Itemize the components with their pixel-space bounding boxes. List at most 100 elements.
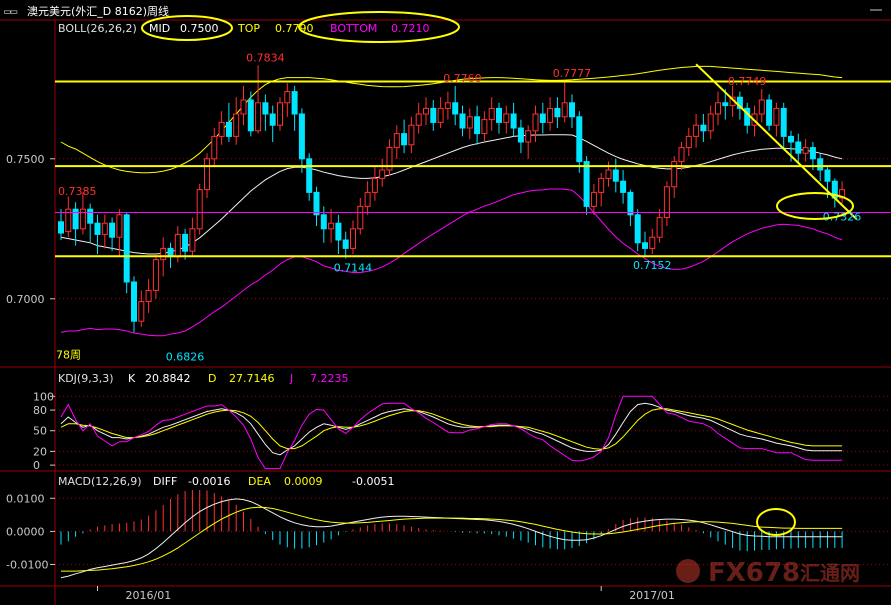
kdj-j-line bbox=[60, 395, 843, 470]
price-annotation: 0.7385 bbox=[58, 185, 97, 198]
y-tick-label: 80 bbox=[33, 404, 47, 417]
y-tick-label: 20 bbox=[33, 445, 47, 458]
candle-body bbox=[576, 116, 583, 163]
y-tick-label: 0.7500 bbox=[6, 153, 45, 166]
main-y-axis: 0.7500 0.7000 bbox=[6, 153, 55, 306]
y-tick-label: 0 bbox=[33, 459, 40, 472]
price-plot bbox=[55, 63, 891, 337]
watermark-sub: 汇通网 bbox=[800, 561, 860, 585]
candle-body bbox=[437, 107, 444, 123]
macd-value: -0.0051 bbox=[352, 475, 394, 488]
kdj-name: KDJ(9,3,3) bbox=[58, 372, 114, 385]
candle-body bbox=[371, 177, 378, 193]
boll-mid-value: 0.7500 bbox=[180, 22, 219, 35]
macd-diff-label: DIFF bbox=[153, 475, 177, 488]
candle-body bbox=[393, 133, 400, 149]
candle-body bbox=[824, 169, 831, 182]
candle-body bbox=[605, 169, 612, 179]
candle-body bbox=[525, 130, 532, 143]
candle-body bbox=[247, 99, 254, 132]
candle-body bbox=[649, 236, 656, 249]
candle-body bbox=[561, 102, 568, 118]
candle-body bbox=[758, 99, 765, 115]
candle-body bbox=[408, 124, 415, 146]
candle-body bbox=[510, 113, 517, 129]
candle-body bbox=[795, 141, 802, 154]
candle-body bbox=[174, 233, 181, 258]
candle-body bbox=[123, 214, 130, 283]
candle-body bbox=[87, 208, 94, 224]
x-tick-label: 2016/01 bbox=[126, 589, 172, 602]
candle-body bbox=[590, 191, 597, 207]
y-tick-label: 0.0000 bbox=[6, 525, 45, 538]
macd-dea-label: DEA bbox=[248, 475, 271, 488]
candle-body bbox=[444, 102, 451, 109]
candle-body bbox=[335, 222, 342, 241]
window-icon[interactable]: ▭▭ bbox=[4, 5, 18, 18]
candle-body bbox=[780, 107, 787, 137]
candle-body bbox=[627, 191, 634, 216]
candle-body bbox=[583, 161, 590, 207]
kdj-k-label: K bbox=[128, 372, 136, 385]
candle-body bbox=[517, 127, 524, 143]
candle-body bbox=[145, 289, 152, 303]
candle-body bbox=[423, 107, 429, 115]
candle-body bbox=[364, 191, 371, 207]
candle-body bbox=[452, 102, 459, 115]
candle-body bbox=[685, 135, 692, 149]
candle-body bbox=[138, 301, 145, 322]
price-annotation: 0.7326 bbox=[823, 211, 862, 224]
candle-body bbox=[350, 228, 356, 249]
candle-body bbox=[554, 107, 561, 118]
candle-body bbox=[532, 113, 539, 132]
y-tick-label: 0.7000 bbox=[6, 293, 45, 306]
candle-body bbox=[116, 214, 123, 238]
macd-dea-value: 0.0009 bbox=[284, 475, 323, 488]
price-annotation: 0.7144 bbox=[334, 261, 373, 274]
candle-body bbox=[539, 113, 546, 123]
candle-body bbox=[569, 102, 575, 118]
boll-bottom-label: BOTTOM bbox=[330, 22, 377, 35]
candle-body bbox=[291, 91, 298, 115]
candle-body bbox=[357, 205, 364, 230]
candle-body bbox=[715, 102, 721, 115]
kdj-d-value: 27.7146 bbox=[229, 372, 275, 385]
kdj-j-value: 7.2235 bbox=[310, 372, 349, 385]
candle-body bbox=[693, 124, 700, 137]
candle-body bbox=[131, 281, 137, 322]
candle-body bbox=[328, 222, 335, 230]
candle-body bbox=[598, 177, 605, 193]
candle-body bbox=[766, 99, 773, 126]
candle-body bbox=[496, 107, 502, 123]
candle-body bbox=[255, 102, 262, 132]
kdj-plot bbox=[55, 395, 891, 470]
macd-header: MACD(12,26,9) DIFF -0.0016 DEA 0.0009 -0… bbox=[58, 475, 394, 488]
candle-body bbox=[700, 124, 707, 132]
boll-top-label: TOP bbox=[237, 22, 260, 35]
candle-body bbox=[817, 158, 824, 171]
macd-name: MACD(12,26,9) bbox=[58, 475, 142, 488]
candle-body bbox=[196, 189, 203, 230]
y-tick-label: 50 bbox=[33, 425, 47, 438]
boll-mid-label: MID bbox=[149, 22, 170, 35]
kdj-d-line bbox=[60, 408, 843, 450]
kdj-j-label: J bbox=[289, 372, 293, 385]
candle-body bbox=[474, 116, 481, 135]
trendline bbox=[695, 63, 858, 220]
kdj-d-label: D bbox=[208, 372, 216, 385]
candle-body bbox=[160, 247, 167, 261]
candle-body bbox=[94, 222, 101, 235]
candle-body bbox=[722, 102, 729, 107]
candle-body bbox=[773, 107, 780, 126]
price-annotation: 0.7777 bbox=[553, 67, 592, 80]
candle-body bbox=[101, 222, 108, 235]
kdj-k-value: 20.8842 bbox=[145, 372, 191, 385]
x-tick-label: 2017/01 bbox=[629, 589, 675, 602]
y-tick-label: 0.0100 bbox=[6, 492, 45, 505]
candle-body bbox=[306, 158, 313, 193]
price-annotation: 0.6826 bbox=[166, 351, 205, 364]
kdj-header: KDJ(9,3,3) K 20.8842 D 27.7146 J 7.2235 bbox=[58, 372, 349, 385]
y-tick-label: -0.0100 bbox=[6, 558, 48, 571]
macd-cross-highlight-ellipse bbox=[756, 508, 796, 536]
boll-bottom-value: 0.7210 bbox=[391, 22, 430, 35]
